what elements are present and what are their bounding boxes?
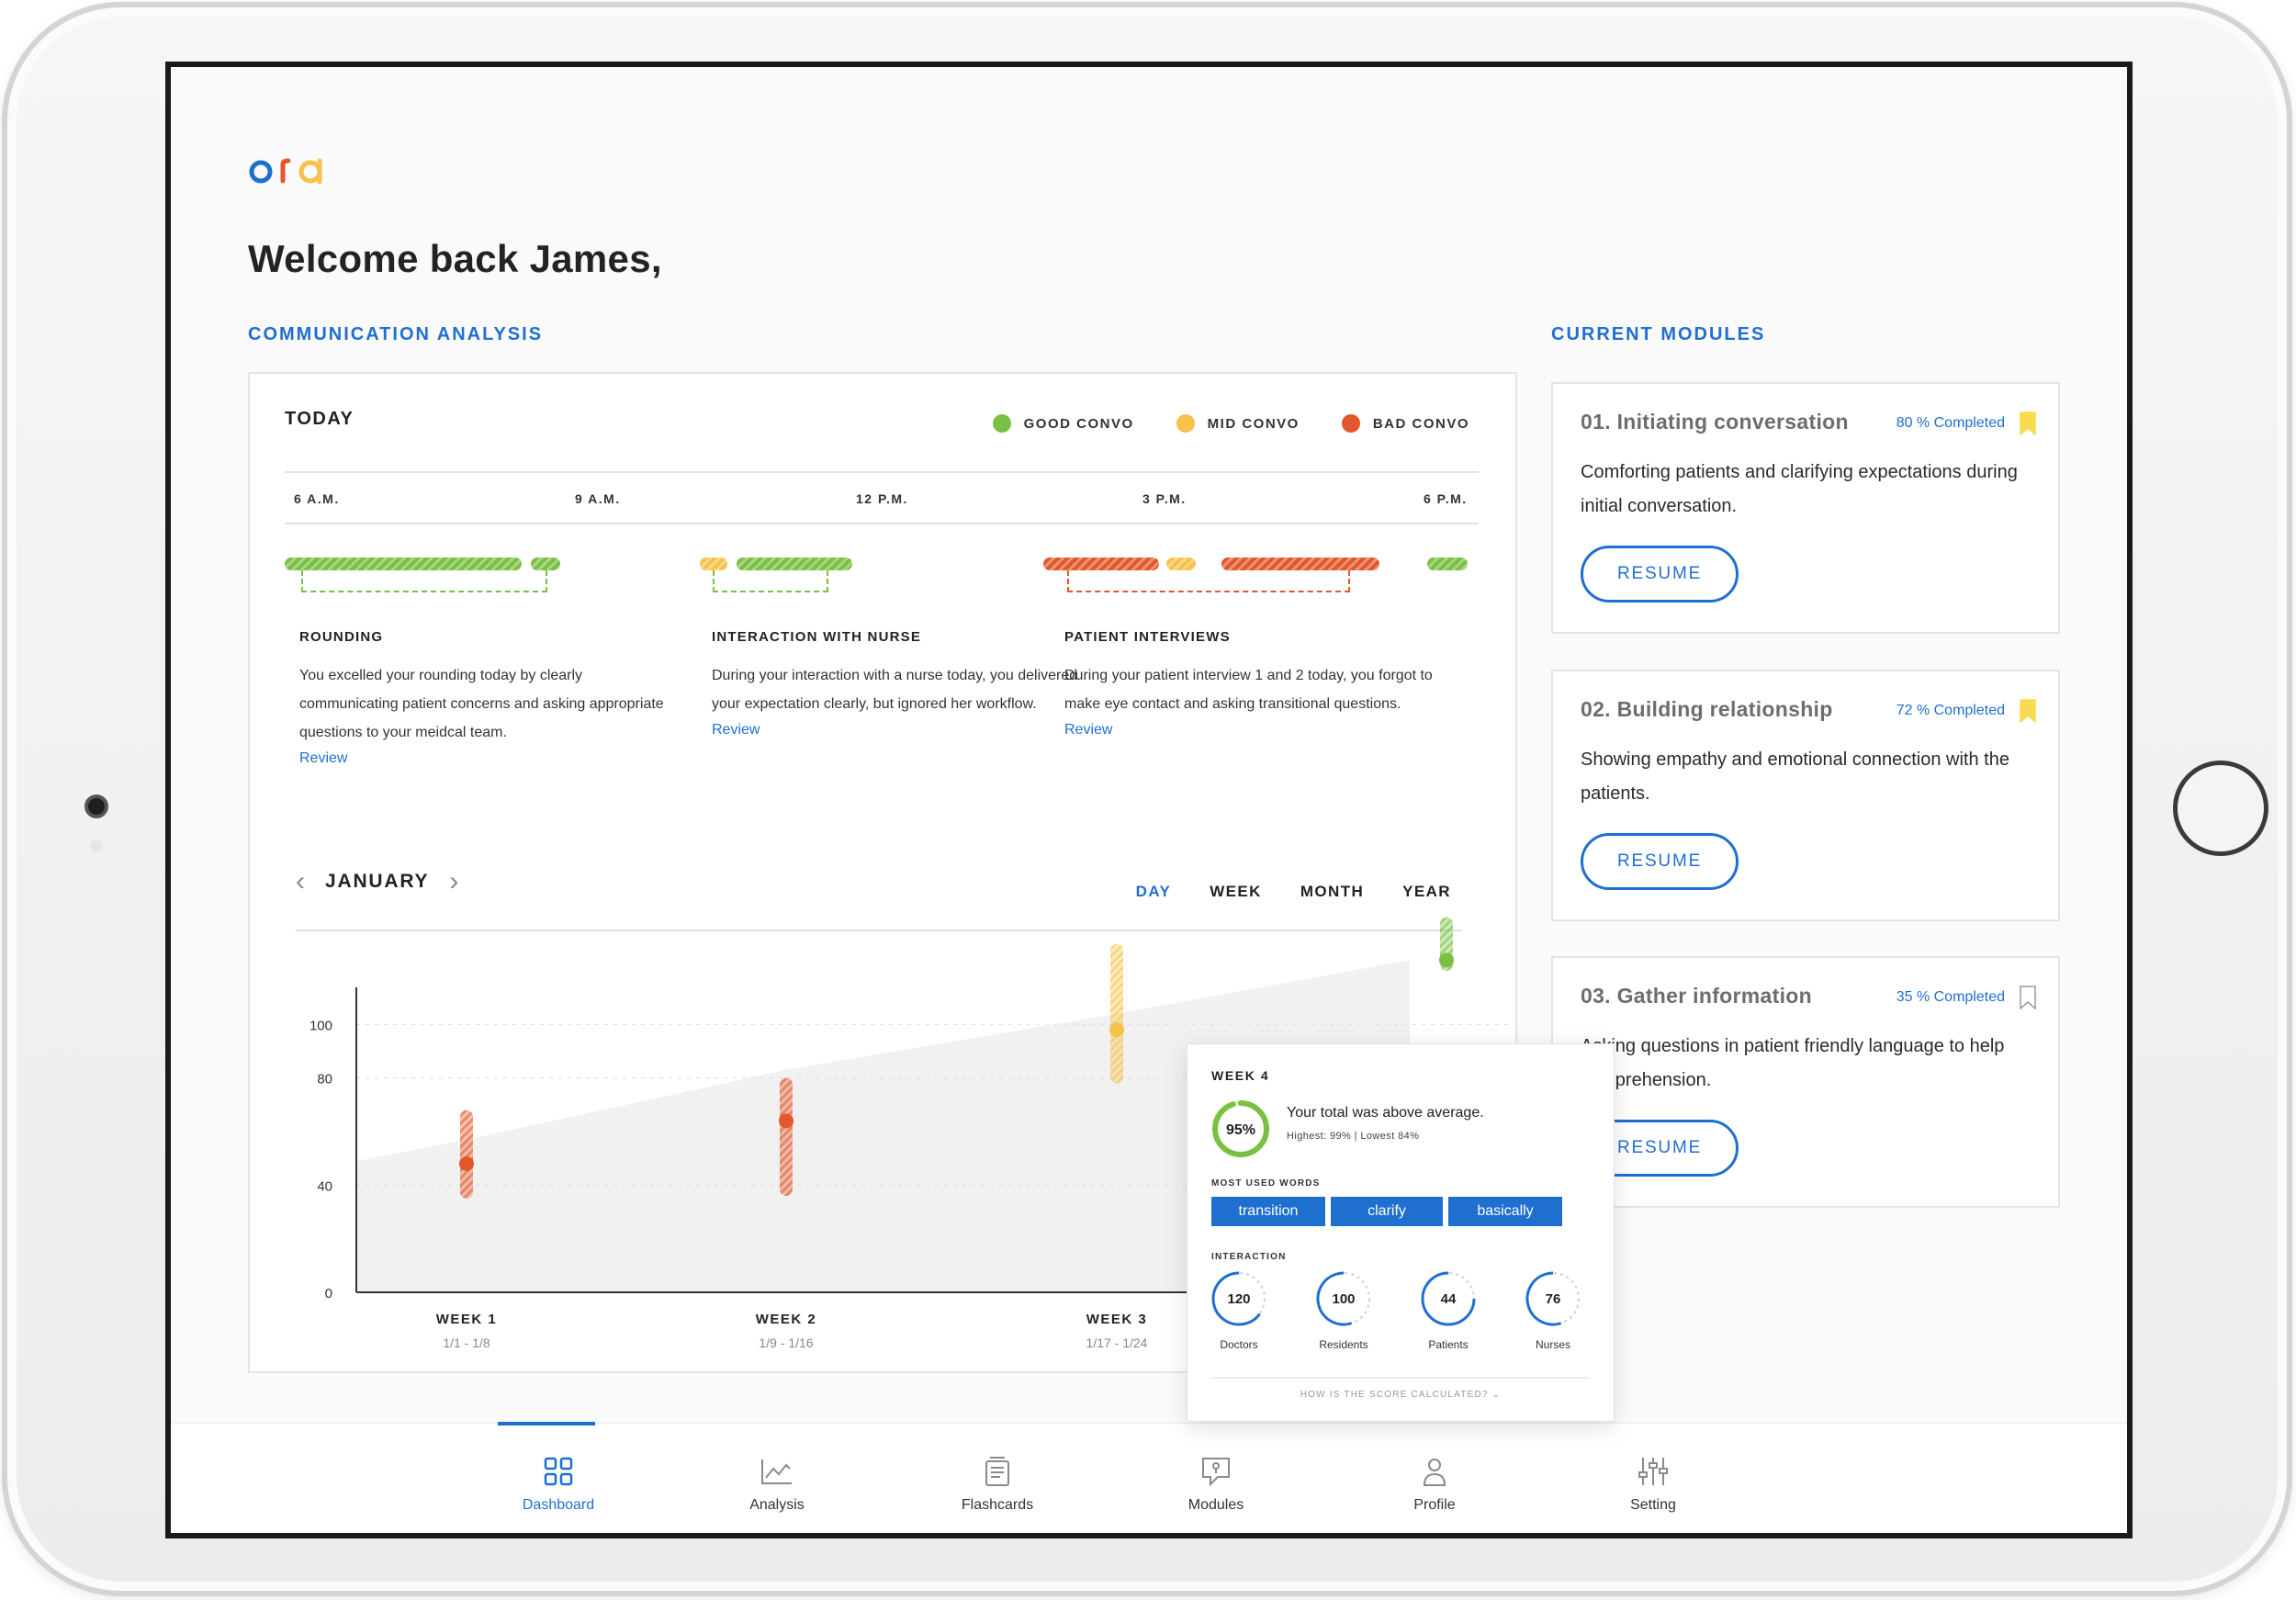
ring-label: Doctors: [1220, 1338, 1258, 1351]
popover-week-label: WEEK 4: [1211, 1068, 1270, 1083]
current-modules-title: CURRENT MODULES: [1551, 324, 1766, 344]
popover-range: Highest: 99% | Lowest 84%: [1287, 1131, 1420, 1142]
nav-label: Profile: [1413, 1497, 1456, 1513]
nav-analysis[interactable]: Analysis: [713, 1424, 841, 1533]
flashcards-icon: [983, 1455, 1012, 1488]
home-button[interactable]: [2173, 761, 2268, 856]
most-used-words-label: MOST USED WORDS: [1211, 1178, 1321, 1189]
interaction-ring-residents[interactable]: 100 Residents: [1311, 1268, 1377, 1351]
score-point: [459, 1156, 474, 1171]
module-progress: 72 % Completed: [1896, 703, 2005, 718]
score-point: [779, 1113, 793, 1129]
ora-logo: [248, 141, 332, 188]
x-category-label: WEEK 1: [436, 1312, 498, 1327]
x-date-range-label: 1/1 - 1/8: [443, 1335, 490, 1350]
resume-button[interactable]: RESUME: [1581, 833, 1739, 890]
ring-label: Residents: [1319, 1338, 1368, 1351]
x-date-range-label: 1/17 - 1/24: [1086, 1335, 1148, 1350]
module-title: 01. Initiating conversation: [1581, 410, 1849, 434]
module-card: 01. Initiating conversation 80 % Complet…: [1551, 382, 2060, 634]
popover-summary: Your total was above average.: [1287, 1105, 1484, 1121]
y-tick-label: 100: [310, 1018, 332, 1033]
module-description: Showing empathy and emotional connection…: [1581, 749, 2009, 804]
sliders-icon: [1637, 1455, 1670, 1488]
module-card: 03. Gather information 35 % Completed As…: [1551, 956, 2060, 1208]
chart-icon: [760, 1455, 793, 1488]
nav-profile[interactable]: Profile: [1370, 1424, 1499, 1533]
word-chip[interactable]: basically: [1448, 1197, 1562, 1226]
score-range-bar: [1110, 943, 1123, 1084]
y-tick-label: 0: [325, 1286, 332, 1301]
word-chip[interactable]: clarify: [1331, 1197, 1443, 1226]
score-range-bar: [460, 1110, 473, 1199]
module-progress: 35 % Completed: [1896, 989, 2005, 1005]
x-category-label: WEEK 2: [756, 1312, 817, 1327]
word-chip[interactable]: transition: [1211, 1197, 1325, 1226]
light-sensor: [90, 839, 103, 852]
interaction-ring-nurses[interactable]: 76 Nurses: [1520, 1268, 1586, 1351]
ring-label: Nurses: [1535, 1338, 1570, 1351]
score-calculation-link[interactable]: HOW IS THE SCORE CALCULATED? ⌄: [1187, 1390, 1614, 1400]
nav-label: Setting: [1630, 1497, 1676, 1513]
app-dashboard: Welcome back James, COMMUNICATION ANALYS…: [171, 67, 2127, 1533]
popover-divider: [1211, 1377, 1590, 1379]
module-progress: 80 % Completed: [1896, 415, 2005, 431]
grid-icon: [543, 1455, 574, 1488]
front-camera: [84, 794, 108, 818]
nav-flashcards[interactable]: Flashcards: [933, 1424, 1062, 1533]
word-chips: transition clarify basically: [1211, 1197, 1562, 1226]
score-range-bar: [780, 1077, 793, 1196]
week-detail-popover: WEEK 4 95% Your total was above average.…: [1187, 1043, 1615, 1422]
ring-count: 44: [1441, 1291, 1457, 1307]
y-tick-label: 40: [317, 1178, 332, 1194]
chevron-down-icon: ⌄: [1491, 1390, 1502, 1400]
y-tick-label: 80: [317, 1072, 332, 1087]
ring-count: 120: [1227, 1291, 1250, 1307]
score-point: [1439, 952, 1454, 968]
interaction-ring-doctors[interactable]: 120 Doctors: [1206, 1268, 1272, 1351]
ring-count: 100: [1332, 1291, 1355, 1307]
x-category-label: WEEK 3: [1086, 1312, 1148, 1327]
score-gauge: 95%: [1208, 1096, 1274, 1166]
score-text: 95%: [1226, 1122, 1255, 1138]
bookmark-icon[interactable]: [2020, 411, 2036, 435]
nav-setting[interactable]: Setting: [1589, 1424, 1717, 1533]
active-tab-indicator: [498, 1422, 595, 1425]
interaction-label: INTERACTION: [1211, 1252, 1287, 1262]
bookmark-outline-icon[interactable]: [2020, 986, 2036, 1009]
bottom-navigation: Dashboard Analysis Flashcards Modules Pr…: [171, 1422, 2127, 1533]
module-card: 02. Building relationship 72 % Completed…: [1551, 670, 2060, 921]
welcome-heading: Welcome back James,: [248, 237, 662, 280]
ring-count: 76: [1546, 1291, 1561, 1307]
interaction-rings: 120 Doctors 100 Residents 44 Patients 76 Nurses: [1206, 1268, 1586, 1351]
nav-label: Flashcards: [961, 1497, 1034, 1513]
nav-dashboard[interactable]: Dashboard: [494, 1422, 623, 1533]
interaction-ring-patients[interactable]: 44 Patients: [1415, 1268, 1481, 1351]
ring-label: Patients: [1428, 1338, 1469, 1351]
bookmark-icon[interactable]: [2020, 699, 2036, 723]
communication-analysis-title: COMMUNICATION ANALYSIS: [248, 324, 544, 344]
resume-button[interactable]: RESUME: [1581, 546, 1739, 603]
score-point: [1109, 1022, 1124, 1038]
module-title: 02. Building relationship: [1581, 697, 1833, 721]
x-date-range-label: 1/9 - 1/16: [759, 1335, 813, 1350]
module-description: Comforting patients and clarifying expec…: [1581, 462, 2018, 516]
module-description: Asking questions in patient friendly lan…: [1581, 1036, 2005, 1090]
nav-label: Modules: [1187, 1497, 1244, 1513]
nav-label: Dashboard: [522, 1497, 595, 1513]
module-title: 03. Gather information: [1581, 984, 1812, 1008]
modules-icon: [1198, 1455, 1234, 1488]
nav-label: Analysis: [749, 1497, 805, 1513]
screen: Welcome back James, COMMUNICATION ANALYS…: [165, 62, 2133, 1538]
nav-modules[interactable]: Modules: [1152, 1424, 1280, 1533]
profile-icon: [1421, 1455, 1448, 1488]
score-calculation-text: HOW IS THE SCORE CALCULATED?: [1300, 1390, 1489, 1400]
